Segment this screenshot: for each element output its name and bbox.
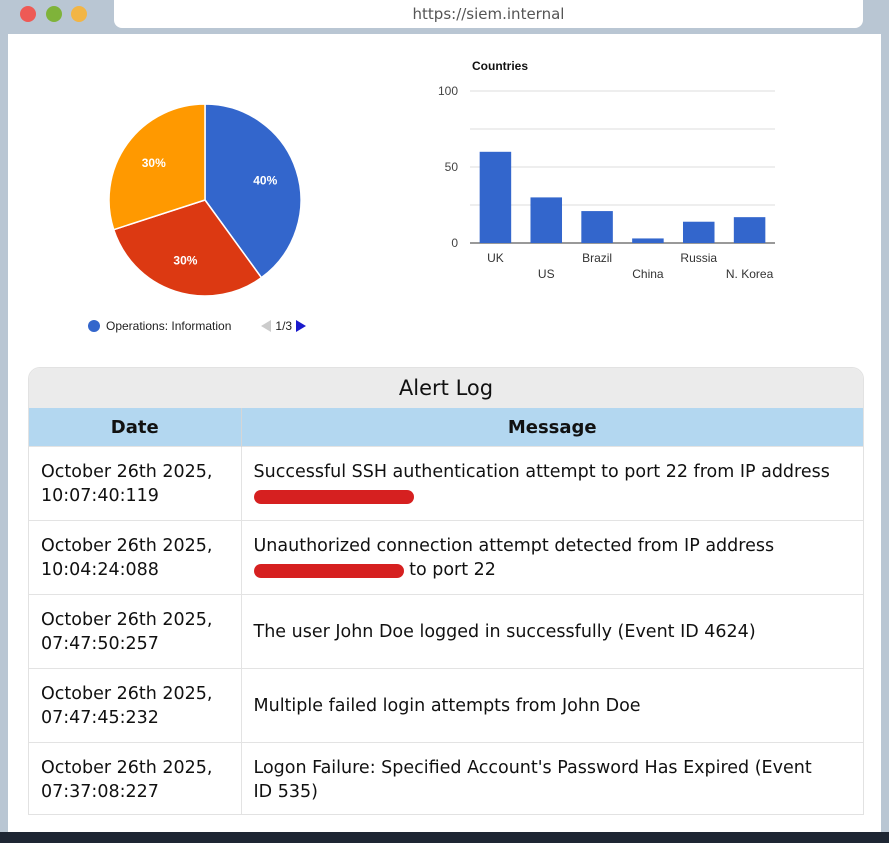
message-cell: Logon Failure: Specified Account's Passw… <box>241 742 863 814</box>
window-frame-left <box>0 34 8 832</box>
x-tick-label: Russia <box>680 251 717 265</box>
legend-next-arrow-icon[interactable] <box>296 320 307 332</box>
redaction-mark <box>253 563 404 578</box>
message-text: Unauthorized connection attempt detected… <box>253 535 775 556</box>
minimize-window-button[interactable] <box>46 6 62 22</box>
x-tick-label: Brazil <box>582 251 612 265</box>
pie-chart[interactable]: 40% 30% 30% <box>100 95 310 305</box>
bar[interactable] <box>479 151 512 243</box>
time-line: 10:07:40:119 <box>41 485 159 506</box>
y-tick-label: 50 <box>445 160 459 174</box>
window-frame-right <box>881 34 889 832</box>
legend-page-indicator: 1/3 <box>275 319 293 333</box>
pie-legend: Operations: Information 1/3 <box>88 318 307 334</box>
date-line: October 26th 2025, <box>41 461 213 482</box>
table-row[interactable]: October 26th 2025, 07:47:45:232 Multiple … <box>29 668 863 743</box>
browser-window: https://siem.internal 40% 30% 30% Operatio… <box>0 0 889 832</box>
x-tick-label: China <box>632 267 664 281</box>
pie-slice-label: 30% <box>142 156 166 170</box>
message-cell: Multiple failed login attempts from John… <box>241 668 863 743</box>
address-bar[interactable]: https://siem.internal <box>114 0 863 28</box>
alert-log-title: Alert Log <box>29 368 863 408</box>
pie-slice-label: 30% <box>173 253 197 267</box>
column-header-message[interactable]: Message <box>241 408 863 447</box>
column-header-date[interactable]: Date <box>29 408 242 447</box>
time-line: 07:47:45:232 <box>41 707 159 728</box>
redaction-mark <box>253 489 414 504</box>
x-tick-label: US <box>538 267 555 281</box>
date-cell: October 26th 2025, 07:37:08:227 <box>29 742 242 814</box>
alert-log-table: Date Message October 26th 2025, 10:07:40:… <box>29 408 863 814</box>
bar[interactable] <box>581 211 613 243</box>
date-cell: October 26th 2025, 10:07:40:119 <box>29 446 242 521</box>
date-line: October 26th 2025, <box>41 535 213 556</box>
date-line: October 26th 2025, <box>41 609 213 630</box>
message-text-continued: ID 535) <box>253 781 318 802</box>
table-row[interactable]: October 26th 2025, 10:04:24:088 Unauthori… <box>29 520 863 595</box>
message-text: The user John Doe logged in successfully… <box>253 621 756 642</box>
message-cell: Unauthorized connection attempt detected… <box>241 520 863 595</box>
maximize-window-button[interactable] <box>71 6 87 22</box>
x-tick-label: N. Korea <box>726 267 774 281</box>
title-bar: https://siem.internal <box>0 0 889 34</box>
y-tick-label: 100 <box>438 84 458 98</box>
chart-title: Countries <box>472 59 528 73</box>
date-cell: October 26th 2025, 10:04:24:088 <box>29 520 242 595</box>
time-line: 07:37:08:227 <box>41 781 159 802</box>
legend-label: Operations: Information <box>106 319 232 333</box>
date-line: October 26th 2025, <box>41 683 213 704</box>
date-cell: October 26th 2025, 07:47:45:232 <box>29 668 242 743</box>
close-window-button[interactable] <box>20 6 36 22</box>
bar[interactable] <box>632 238 664 243</box>
countries-bar-chart: Countries 0 50 100 UK US Brazil China Russia N. K… <box>420 55 790 295</box>
table-row[interactable]: October 26th 2025, 07:47:50:257 The user … <box>29 594 863 669</box>
alert-log-panel: Alert Log Date Message October 26th 2025… <box>28 367 864 815</box>
table-row[interactable]: October 26th 2025, 10:07:40:119 Successfu… <box>29 446 863 521</box>
legend-swatch <box>88 320 100 332</box>
message-cell: The user John Doe logged in successfully… <box>241 594 863 669</box>
table-header-row: Date Message <box>29 408 863 447</box>
time-line: 10:04:24:088 <box>41 559 159 580</box>
message-text: Multiple failed login attempts from John… <box>253 695 641 716</box>
pie-slice-label: 40% <box>253 173 277 187</box>
bar[interactable] <box>682 221 715 243</box>
message-text-continued: to port 22 <box>409 559 496 580</box>
bar[interactable] <box>733 217 766 243</box>
x-tick-label: UK <box>487 251 504 265</box>
message-text: Successful SSH authentication attempt to… <box>253 461 830 482</box>
message-text: Logon Failure: Specified Account's Passw… <box>253 757 812 778</box>
table-row[interactable]: October 26th 2025, 07:37:08:227 Logon Fai… <box>29 742 863 814</box>
y-tick-label: 0 <box>451 236 458 250</box>
message-cell: Successful SSH authentication attempt to… <box>241 446 863 521</box>
bar[interactable] <box>530 197 563 243</box>
legend-pager: 1/3 <box>261 319 307 333</box>
date-line: October 26th 2025, <box>41 757 213 778</box>
legend-prev-arrow-icon[interactable] <box>261 320 272 332</box>
time-line: 07:47:50:257 <box>41 633 159 654</box>
date-cell: October 26th 2025, 07:47:50:257 <box>29 594 242 669</box>
